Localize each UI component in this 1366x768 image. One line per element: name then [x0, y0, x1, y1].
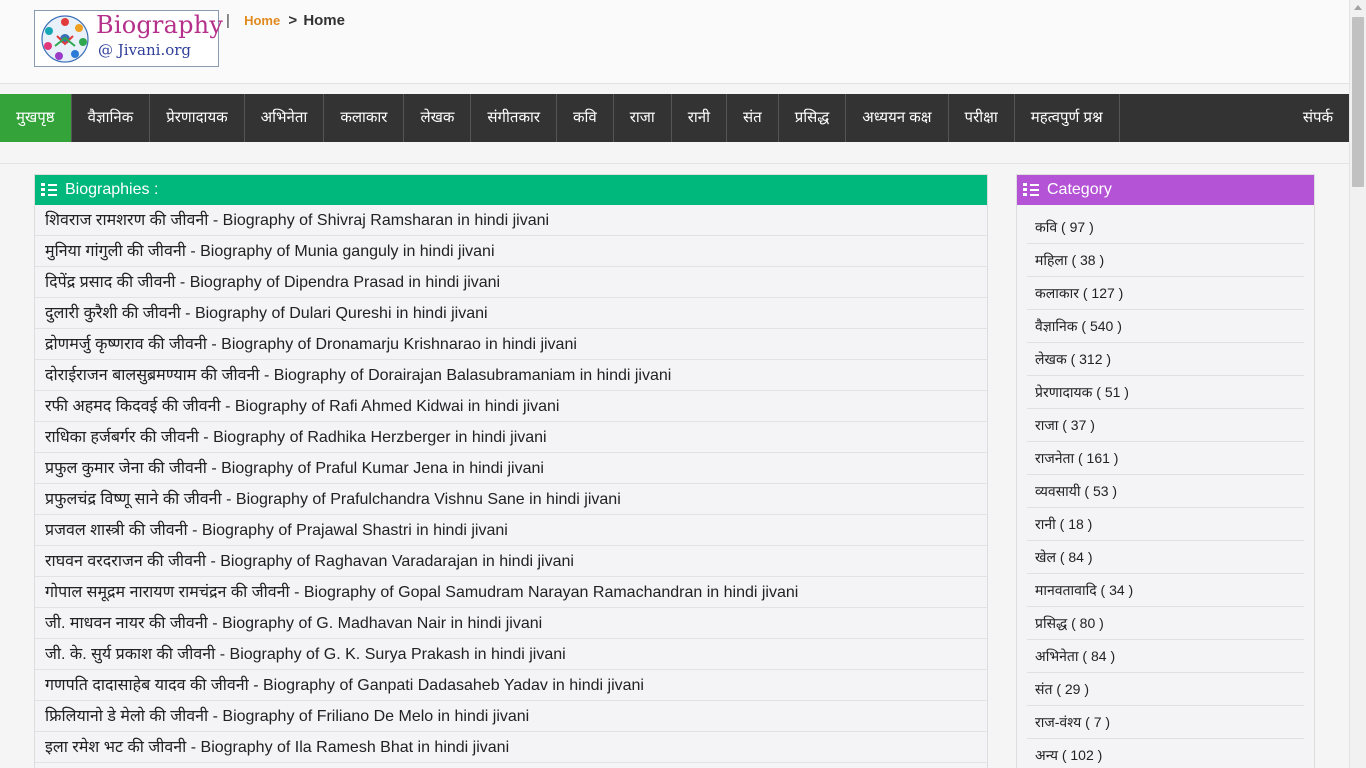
biography-link[interactable]: शिवराज रामशरण की जीवनी - Biography of Sh… — [35, 205, 987, 236]
breadcrumb-separator: | — [226, 12, 230, 29]
category-link[interactable]: राजा ( 37 ) — [1027, 409, 1304, 442]
breadcrumb-current: Home — [303, 12, 345, 29]
nav-item-king[interactable]: राजा — [614, 94, 672, 142]
main-nav: मुखपृष्ठ वैज्ञानिक प्रेरणादायक अभिनेता क… — [0, 94, 1349, 142]
category-link[interactable]: प्रसिद्ध ( 80 ) — [1027, 607, 1304, 640]
biography-link[interactable]: फ्रिलियानो डे मेलो की जीवनी - Biography … — [35, 701, 987, 732]
category-panel: Category कवि ( 97 ) महिला ( 38 ) कलाकार … — [1016, 174, 1315, 768]
biography-link[interactable]: प्रफुल कुमार जेना की जीवनी - Biography o… — [35, 453, 987, 484]
content-divider — [0, 163, 1349, 164]
page-scrollbar[interactable] — [1349, 0, 1366, 768]
nav-item-queen[interactable]: रानी — [672, 94, 728, 142]
globe-people-icon — [41, 15, 89, 63]
biography-link[interactable]: इला रमेश भट की जीवनी - Biography of Ila … — [35, 732, 987, 763]
category-link[interactable]: अभिनेता ( 84 ) — [1027, 640, 1304, 673]
category-link[interactable]: कलाकार ( 127 ) — [1027, 277, 1304, 310]
breadcrumb-arrow: > — [288, 12, 298, 29]
nav-item-famous[interactable]: प्रसिद्ध — [779, 94, 847, 142]
category-link[interactable]: मानवतावादि ( 34 ) — [1027, 574, 1304, 607]
category-heading: Category — [1047, 181, 1112, 198]
biographies-heading: Biographies : — [65, 181, 159, 198]
category-link[interactable]: कवि ( 97 ) — [1027, 211, 1304, 244]
nav-item-actor[interactable]: अभिनेता — [245, 94, 325, 142]
category-link[interactable]: राज-वंश्य ( 7 ) — [1027, 706, 1304, 739]
list-icon — [41, 183, 57, 197]
site-logo[interactable]: Biography @ Jivani.org — [34, 10, 223, 67]
biographies-header: Biographies : — [35, 175, 987, 205]
category-link[interactable]: प्रेरणादायक ( 51 ) — [1027, 376, 1304, 409]
nav-item-inspirational[interactable]: प्रेरणादायक — [150, 94, 245, 142]
scroll-up-arrow-icon[interactable] — [1354, 5, 1362, 10]
biographies-panel: Biographies : शिवराज रामशरण की जीवनी - B… — [34, 174, 988, 768]
biography-link[interactable]: जी. माधवन नायर की जीवनी - Biography of G… — [35, 608, 987, 639]
biography-link[interactable]: राधिका हर्जबर्गर की जीवनी - Biography of… — [35, 422, 987, 453]
nav-item-scientist[interactable]: वैज्ञानिक — [72, 94, 151, 142]
biography-link[interactable]: दुलारी कुरैशी की जीवनी - Biography of Du… — [35, 298, 987, 329]
nav-item-artist[interactable]: कलाकार — [324, 94, 405, 142]
category-link[interactable]: संत ( 29 ) — [1027, 673, 1304, 706]
biography-link[interactable]: गणपति दादासाहेब यादव की जीवनी - Biograph… — [35, 670, 987, 701]
nav-item-poet[interactable]: कवि — [557, 94, 614, 142]
biography-link[interactable]: प्रफुलचंद्र विष्णू साने की जीवनी - Biogr… — [35, 484, 987, 515]
biography-link[interactable]: दिपेंद्र प्रसाद की जीवनी - Biography of … — [35, 267, 987, 298]
nav-item-home[interactable]: मुखपृष्ठ — [0, 94, 72, 142]
site-header: Biography @ Jivani.org | Home > Home — [0, 0, 1349, 84]
category-link[interactable]: खेल ( 84 ) — [1027, 541, 1304, 574]
list-icon — [1023, 183, 1039, 197]
category-link[interactable]: व्यवसायी ( 53 ) — [1027, 475, 1304, 508]
nav-item-writer[interactable]: लेखक — [404, 94, 472, 142]
biography-link[interactable]: जी. के. सुर्य प्रकाश की जीवनी - Biograph… — [35, 639, 987, 670]
breadcrumb-home-link[interactable]: Home — [244, 13, 280, 28]
biography-list: शिवराज रामशरण की जीवनी - Biography of Sh… — [35, 205, 987, 763]
nav-item-contact[interactable]: संपर्क — [1287, 94, 1349, 142]
biography-link[interactable]: मुनिया गांगुली की जीवनी - Biography of M… — [35, 236, 987, 267]
biography-link[interactable]: राघवन वरदराजन की जीवनी - Biography of Ra… — [35, 546, 987, 577]
nav-item-saint[interactable]: संत — [727, 94, 779, 142]
category-link[interactable]: रानी ( 18 ) — [1027, 508, 1304, 541]
logo-subtitle: @ Jivani.org — [98, 41, 192, 59]
category-link[interactable]: महिला ( 38 ) — [1027, 244, 1304, 277]
biography-link[interactable]: प्रजवल शास्त्री की जीवनी - Biography of … — [35, 515, 987, 546]
category-header: Category — [1017, 175, 1314, 205]
biography-link[interactable]: दोराईराजन बालसुब्रमण्याम की जीवनी - Biog… — [35, 360, 987, 391]
nav-item-exam[interactable]: परीक्षा — [949, 94, 1015, 142]
category-list: कवि ( 97 ) महिला ( 38 ) कलाकार ( 127 ) व… — [1017, 205, 1314, 768]
scroll-thumb[interactable] — [1352, 17, 1364, 187]
nav-item-important-questions[interactable]: महत्वपुर्ण प्रश्न — [1015, 94, 1120, 142]
breadcrumb: | Home > Home — [226, 12, 345, 29]
category-link[interactable]: वैज्ञानिक ( 540 ) — [1027, 310, 1304, 343]
biography-link[interactable]: गोपाल समूद्रम नारायण रामचंद्रन की जीवनी … — [35, 577, 987, 608]
category-link[interactable]: अन्य ( 102 ) — [1027, 739, 1304, 768]
logo-title: Biography — [96, 11, 224, 39]
nav-item-study-room[interactable]: अध्ययन कक्ष — [846, 94, 949, 142]
biography-link[interactable]: द्रोणमर्जु कृष्णराव की जीवनी - Biography… — [35, 329, 987, 360]
category-link[interactable]: लेखक ( 312 ) — [1027, 343, 1304, 376]
nav-item-musician[interactable]: संगीतकार — [471, 94, 557, 142]
category-link[interactable]: राजनेता ( 161 ) — [1027, 442, 1304, 475]
biography-link[interactable]: रफी अहमद किदवई की जीवनी - Biography of R… — [35, 391, 987, 422]
